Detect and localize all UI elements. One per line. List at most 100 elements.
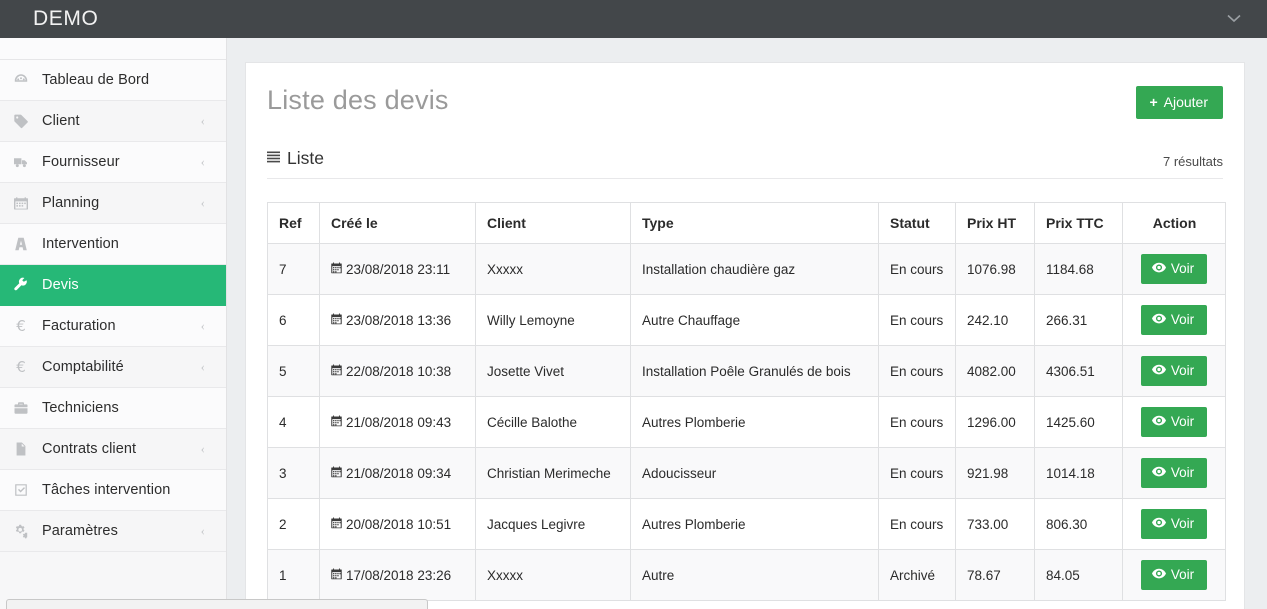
sidebar-item-fournisseur[interactable]: Fournisseur‹ (0, 142, 226, 183)
view-button[interactable]: Voir (1141, 560, 1207, 591)
add-button-label: Ajouter (1164, 95, 1208, 109)
cell-statut: En cours (879, 499, 956, 550)
sidebar-item-t-ches-intervention[interactable]: Tâches intervention (0, 470, 226, 511)
table-row: 623/08/2018 13:36Willy LemoyneAutre Chau… (268, 295, 1226, 346)
cell-prix_ttc: 1425.60 (1035, 397, 1123, 448)
plus-icon: + (1149, 95, 1157, 109)
view-button[interactable]: Voir (1141, 458, 1207, 489)
sidebar-item-label: Tâches intervention (42, 482, 170, 498)
results-count: 7 résultats (1163, 154, 1223, 169)
wrench-icon (0, 277, 42, 293)
view-button-label: Voir (1171, 517, 1194, 531)
cell-ref: 4 (268, 397, 320, 448)
table-container: RefCréé leClientTypeStatutPrix HTPrix TT… (246, 179, 1244, 601)
sidebar-item-contrats-client[interactable]: Contrats client‹ (0, 429, 226, 470)
cell-action: Voir (1123, 448, 1226, 499)
cell-statut: En cours (879, 448, 956, 499)
table-header-row: RefCréé leClientTypeStatutPrix HTPrix TT… (268, 203, 1226, 244)
cell-type: Installation chaudière gaz (631, 244, 879, 295)
cell-cree_le: 21/08/2018 09:34 (320, 448, 476, 499)
sidebar-item-intervention[interactable]: Intervention (0, 224, 226, 265)
cell-prix_ttc: 1184.68 (1035, 244, 1123, 295)
app-brand-title: DEMO (33, 7, 98, 31)
cell-cree_le-text: 22/08/2018 10:38 (346, 364, 451, 379)
devis-table: RefCréé leClientTypeStatutPrix HTPrix TT… (267, 202, 1226, 601)
view-button[interactable]: Voir (1141, 509, 1207, 540)
table-column-header: Statut (879, 203, 956, 244)
sidebar-item-label: Intervention (42, 236, 119, 252)
table-row: 522/08/2018 10:38Josette VivetInstallati… (268, 346, 1226, 397)
tools-icon (0, 236, 42, 252)
table-row: 220/08/2018 10:51Jacques LegivreAutres P… (268, 499, 1226, 550)
cell-type: Autre (631, 550, 879, 601)
page-title: Liste des devis (267, 85, 449, 116)
cell-type: Autre Chauffage (631, 295, 879, 346)
cell-client: Xxxxx (476, 244, 631, 295)
cell-statut: En cours (879, 244, 956, 295)
chevron-left-icon: ‹ (201, 359, 205, 375)
sidebar-item-devis[interactable]: Devis (0, 265, 226, 306)
cell-cree_le: 20/08/2018 10:51 (320, 499, 476, 550)
cell-action: Voir (1123, 346, 1226, 397)
tag-icon (0, 113, 42, 129)
sidebar-item-planning[interactable]: Planning‹ (0, 183, 226, 224)
eye-icon (1152, 313, 1166, 327)
cell-prix_ht: 78.67 (956, 550, 1035, 601)
view-button-label: Voir (1171, 466, 1194, 480)
calendar-icon (331, 466, 342, 481)
briefcase-icon (0, 400, 42, 416)
cell-action: Voir (1123, 550, 1226, 601)
view-button[interactable]: Voir (1141, 407, 1207, 438)
cell-client: Xxxxx (476, 550, 631, 601)
cell-cree_le: 22/08/2018 10:38 (320, 346, 476, 397)
eye-icon (1152, 517, 1166, 531)
sidebar-item-list: Tableau de BordClient‹Fournisseur‹Planni… (0, 60, 226, 552)
chevron-down-icon[interactable] (1227, 13, 1241, 25)
cell-client: Josette Vivet (476, 346, 631, 397)
eye-icon (1152, 466, 1166, 480)
calendar-icon (331, 313, 342, 328)
chevron-left-icon: ‹ (201, 154, 205, 170)
sidebar-item-tableau-de-bord[interactable]: Tableau de Bord (0, 60, 226, 101)
cell-cree_le: 23/08/2018 13:36 (320, 295, 476, 346)
view-button[interactable]: Voir (1141, 305, 1207, 336)
view-button[interactable]: Voir (1141, 356, 1207, 387)
sidebar-item-param-tres[interactable]: Paramètres‹ (0, 511, 226, 552)
cell-cree_le-text: 21/08/2018 09:43 (346, 415, 451, 430)
calendar-icon (0, 195, 42, 211)
cell-client: Jacques Legivre (476, 499, 631, 550)
sidebar-item-label: Devis (42, 277, 79, 293)
sidebar-item-label: Paramètres (42, 523, 118, 539)
file-icon (0, 441, 42, 457)
list-section-title: Liste (267, 148, 324, 169)
chevron-left-icon: ‹ (201, 318, 205, 334)
cell-prix_ht: 1076.98 (956, 244, 1035, 295)
sidebar-item-facturation[interactable]: €Facturation‹ (0, 306, 226, 347)
cell-client: Willy Lemoyne (476, 295, 631, 346)
sidebar-item-label: Client (42, 113, 80, 129)
cell-ref: 7 (268, 244, 320, 295)
cell-statut: En cours (879, 295, 956, 346)
cell-statut: En cours (879, 346, 956, 397)
sidebar-item-label: Tableau de Bord (42, 72, 149, 88)
table-column-header: Prix TTC (1035, 203, 1123, 244)
cell-type: Installation Poêle Granulés de bois (631, 346, 879, 397)
table-column-header: Client (476, 203, 631, 244)
add-button[interactable]: + Ajouter (1136, 86, 1223, 119)
check-square-icon (0, 482, 42, 498)
sidebar-item-techniciens[interactable]: Techniciens (0, 388, 226, 429)
cell-prix_ttc: 806.30 (1035, 499, 1123, 550)
sidebar-item-client[interactable]: Client‹ (0, 101, 226, 142)
gears-icon (0, 523, 42, 539)
sidebar-item-comptabilit[interactable]: €Comptabilité‹ (0, 347, 226, 388)
cell-type: Adoucisseur (631, 448, 879, 499)
eye-icon (1152, 364, 1166, 378)
cell-cree_le-text: 23/08/2018 13:36 (346, 313, 451, 328)
chevron-left-icon: ‹ (201, 441, 205, 457)
calendar-icon (331, 568, 342, 583)
cell-prix_ttc: 84.05 (1035, 550, 1123, 601)
view-button[interactable]: Voir (1141, 254, 1207, 285)
table-column-header: Ref (268, 203, 320, 244)
table-row: 117/08/2018 23:26XxxxxAutreArchivé78.678… (268, 550, 1226, 601)
view-button-label: Voir (1171, 364, 1194, 378)
